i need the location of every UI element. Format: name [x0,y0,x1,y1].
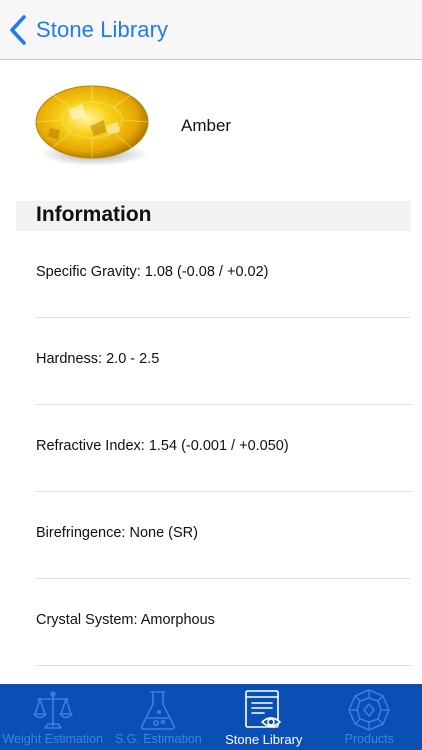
library-eye-icon [244,690,281,728]
row-divider [36,665,411,666]
tab-weight-estimation[interactable]: Weight Estimation [0,684,106,750]
navigation-bar: Stone Library [0,0,422,60]
info-row-birefringence: Birefringence: None (SR) [0,492,422,579]
info-row-crystal-system: Crystal System: Amorphous [0,579,422,666]
scale-icon [32,691,73,729]
tab-label: Products [344,732,394,746]
stone-name: Amber [181,116,232,135]
information-section-header: Information [16,201,411,231]
tab-label: Stone Library [225,732,303,747]
tab-bar: Weight Estimation S.G. Estimation Stone … [0,684,422,750]
info-row-specific-gravity: Specific Gravity: 1.08 (-0.08 / +0.02) [0,231,422,318]
tab-stone-library[interactable]: Stone Library [211,684,317,750]
back-button-label: Stone Library [36,17,169,42]
gemstone-photo [20,70,166,178]
info-row-hardness: Hardness: 2.0 - 2.5 [0,318,422,405]
tab-sg-estimation[interactable]: S.G. Estimation [106,684,212,750]
stone-header: Amber [0,60,422,190]
tab-label: S.G. Estimation [114,732,202,746]
info-row-text: Crystal System: Amorphous [36,612,215,628]
back-button[interactable]: Stone Library [8,10,168,50]
section-title: Information [36,203,152,226]
tab-label: Weight Estimation [2,732,103,746]
flask-icon [141,691,176,730]
diamond-icon [348,689,390,731]
info-row-text: Birefringence: None (SR) [36,525,198,541]
info-row-text: Refractive Index: 1.54 (-0.001 / +0.050) [36,438,289,454]
tab-products[interactable]: Products [317,684,422,750]
info-row-text: Hardness: 2.0 - 2.5 [36,351,160,367]
chevron-left-icon [10,15,26,45]
information-list: Specific Gravity: 1.08 (-0.08 / +0.02) H… [0,231,422,666]
info-row-refractive-index: Refractive Index: 1.54 (-0.001 / +0.050) [0,405,422,492]
info-row-text: Specific Gravity: 1.08 (-0.08 / +0.02) [36,264,269,280]
